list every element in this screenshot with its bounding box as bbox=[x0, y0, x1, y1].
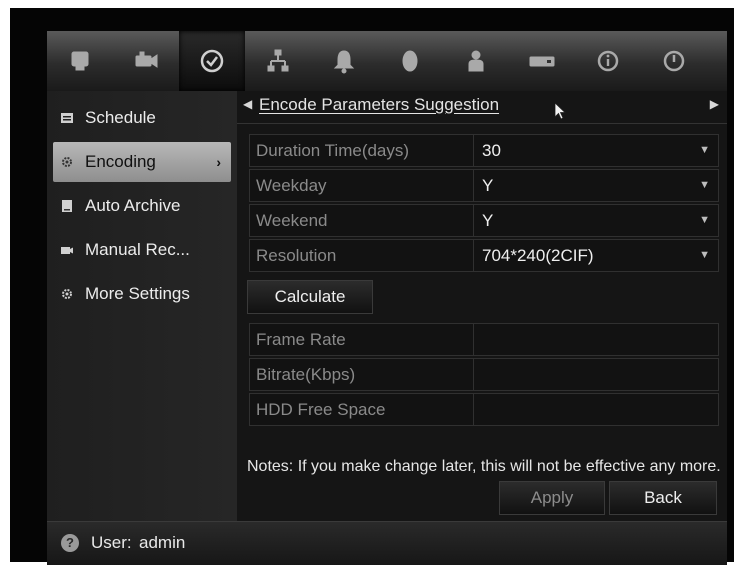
sidebar-item-label: Auto Archive bbox=[85, 196, 181, 215]
resolution-select[interactable]: 704*240(2CIF) bbox=[476, 240, 718, 271]
network-icon bbox=[267, 49, 289, 72]
dvr-screen: Schedule Encoding › Auto Archive Manual … bbox=[47, 31, 727, 565]
weekday-select[interactable]: Y bbox=[476, 170, 718, 201]
breadcrumb: ◀ Encode Parameters Suggestion ▶ bbox=[237, 91, 727, 124]
arrow-right-icon[interactable]: ▶ bbox=[710, 97, 719, 111]
monitor-icon bbox=[71, 51, 89, 71]
power-icon bbox=[663, 50, 685, 72]
result-bitrate: Bitrate(Kbps) bbox=[249, 358, 719, 391]
back-button[interactable]: Back bbox=[609, 481, 717, 515]
chevron-down-icon[interactable]: ▼ bbox=[699, 170, 710, 201]
recording-clock-icon bbox=[200, 49, 224, 73]
tab-alarm[interactable] bbox=[311, 31, 377, 91]
chevron-right-icon: › bbox=[216, 154, 221, 170]
sidebar-item-label: Schedule bbox=[85, 108, 156, 127]
field-label: Weekend bbox=[250, 205, 474, 236]
manual-rec-icon bbox=[61, 247, 73, 254]
field-label: Frame Rate bbox=[250, 324, 474, 355]
mouse-cursor-icon bbox=[555, 103, 567, 120]
field-label: Weekday bbox=[250, 170, 474, 201]
tab-display[interactable] bbox=[47, 31, 113, 91]
sidebar: Schedule Encoding › Auto Archive Manual … bbox=[47, 91, 237, 521]
chevron-down-icon[interactable]: ▼ bbox=[699, 240, 710, 271]
tab-camera[interactable] bbox=[113, 31, 179, 91]
tab-storage[interactable] bbox=[509, 31, 575, 91]
alarm-bell-icon bbox=[333, 50, 355, 74]
sidebar-item-label: More Settings bbox=[85, 284, 190, 303]
user-prefix: User: bbox=[91, 533, 132, 552]
sidebar-item-auto-archive[interactable]: Auto Archive bbox=[53, 186, 231, 226]
field-label: HDD Free Space bbox=[250, 394, 474, 425]
camera-icon bbox=[135, 51, 158, 68]
chevron-down-icon[interactable]: ▼ bbox=[699, 135, 710, 166]
field-label: Bitrate(Kbps) bbox=[250, 359, 474, 390]
schedule-icon bbox=[61, 113, 73, 123]
page-title[interactable]: Encode Parameters Suggestion bbox=[259, 95, 499, 115]
tab-recording[interactable] bbox=[179, 31, 245, 91]
calculate-button[interactable]: Calculate bbox=[247, 280, 373, 314]
settings-icon bbox=[62, 289, 72, 299]
sidebar-item-more-settings[interactable]: More Settings bbox=[53, 274, 231, 314]
hdd-free-space-value bbox=[476, 394, 718, 425]
user-icon bbox=[468, 50, 484, 72]
field-resolution[interactable]: Resolution 704*240(2CIF) ▼ bbox=[249, 239, 719, 272]
arrow-left-icon[interactable]: ◀ bbox=[243, 97, 252, 111]
result-frame-rate: Frame Rate bbox=[249, 323, 719, 356]
result-hdd-free-space: HDD Free Space bbox=[249, 393, 719, 426]
sidebar-item-label: Encoding bbox=[85, 152, 156, 171]
field-weekday[interactable]: Weekday Y ▼ bbox=[249, 169, 719, 202]
content-panel: ◀ Encode Parameters Suggestion ▶ Duratio… bbox=[237, 91, 727, 521]
duration-select[interactable]: 30 bbox=[476, 135, 718, 166]
bitrate-value bbox=[476, 359, 718, 390]
tab-users[interactable] bbox=[443, 31, 509, 91]
field-weekend[interactable]: Weekend Y ▼ bbox=[249, 204, 719, 237]
status-bar: ? User: admin bbox=[47, 521, 727, 565]
chevron-down-icon[interactable]: ▼ bbox=[699, 205, 710, 236]
main-menu-bar bbox=[47, 31, 727, 92]
encoding-gear-icon bbox=[62, 157, 72, 167]
tab-info[interactable] bbox=[575, 31, 641, 91]
sidebar-item-encoding[interactable]: Encoding › bbox=[53, 142, 231, 182]
hdd-icon bbox=[529, 56, 555, 67]
sidebar-item-schedule[interactable]: Schedule bbox=[53, 98, 231, 138]
field-label: Duration Time(days) bbox=[250, 135, 474, 166]
device-frame: Schedule Encoding › Auto Archive Manual … bbox=[10, 8, 734, 565]
apply-button[interactable]: Apply bbox=[499, 481, 605, 515]
tab-network[interactable] bbox=[245, 31, 311, 91]
archive-icon bbox=[62, 200, 72, 212]
device-icon bbox=[402, 50, 418, 72]
tab-device[interactable] bbox=[377, 31, 443, 91]
weekend-select[interactable]: Y bbox=[476, 205, 718, 236]
tab-power[interactable] bbox=[641, 31, 707, 91]
field-duration[interactable]: Duration Time(days) 30 ▼ bbox=[249, 134, 719, 167]
help-user-icon: ? bbox=[61, 534, 79, 552]
user-name: admin bbox=[139, 533, 186, 552]
info-icon bbox=[597, 50, 619, 72]
sidebar-item-manual-rec[interactable]: Manual Rec... bbox=[53, 230, 231, 270]
notes-text: Notes: If you make change later, this wi… bbox=[247, 458, 721, 475]
sidebar-item-label: Manual Rec... bbox=[85, 240, 190, 259]
field-label: Resolution bbox=[250, 240, 474, 271]
frame-rate-value bbox=[476, 324, 718, 355]
